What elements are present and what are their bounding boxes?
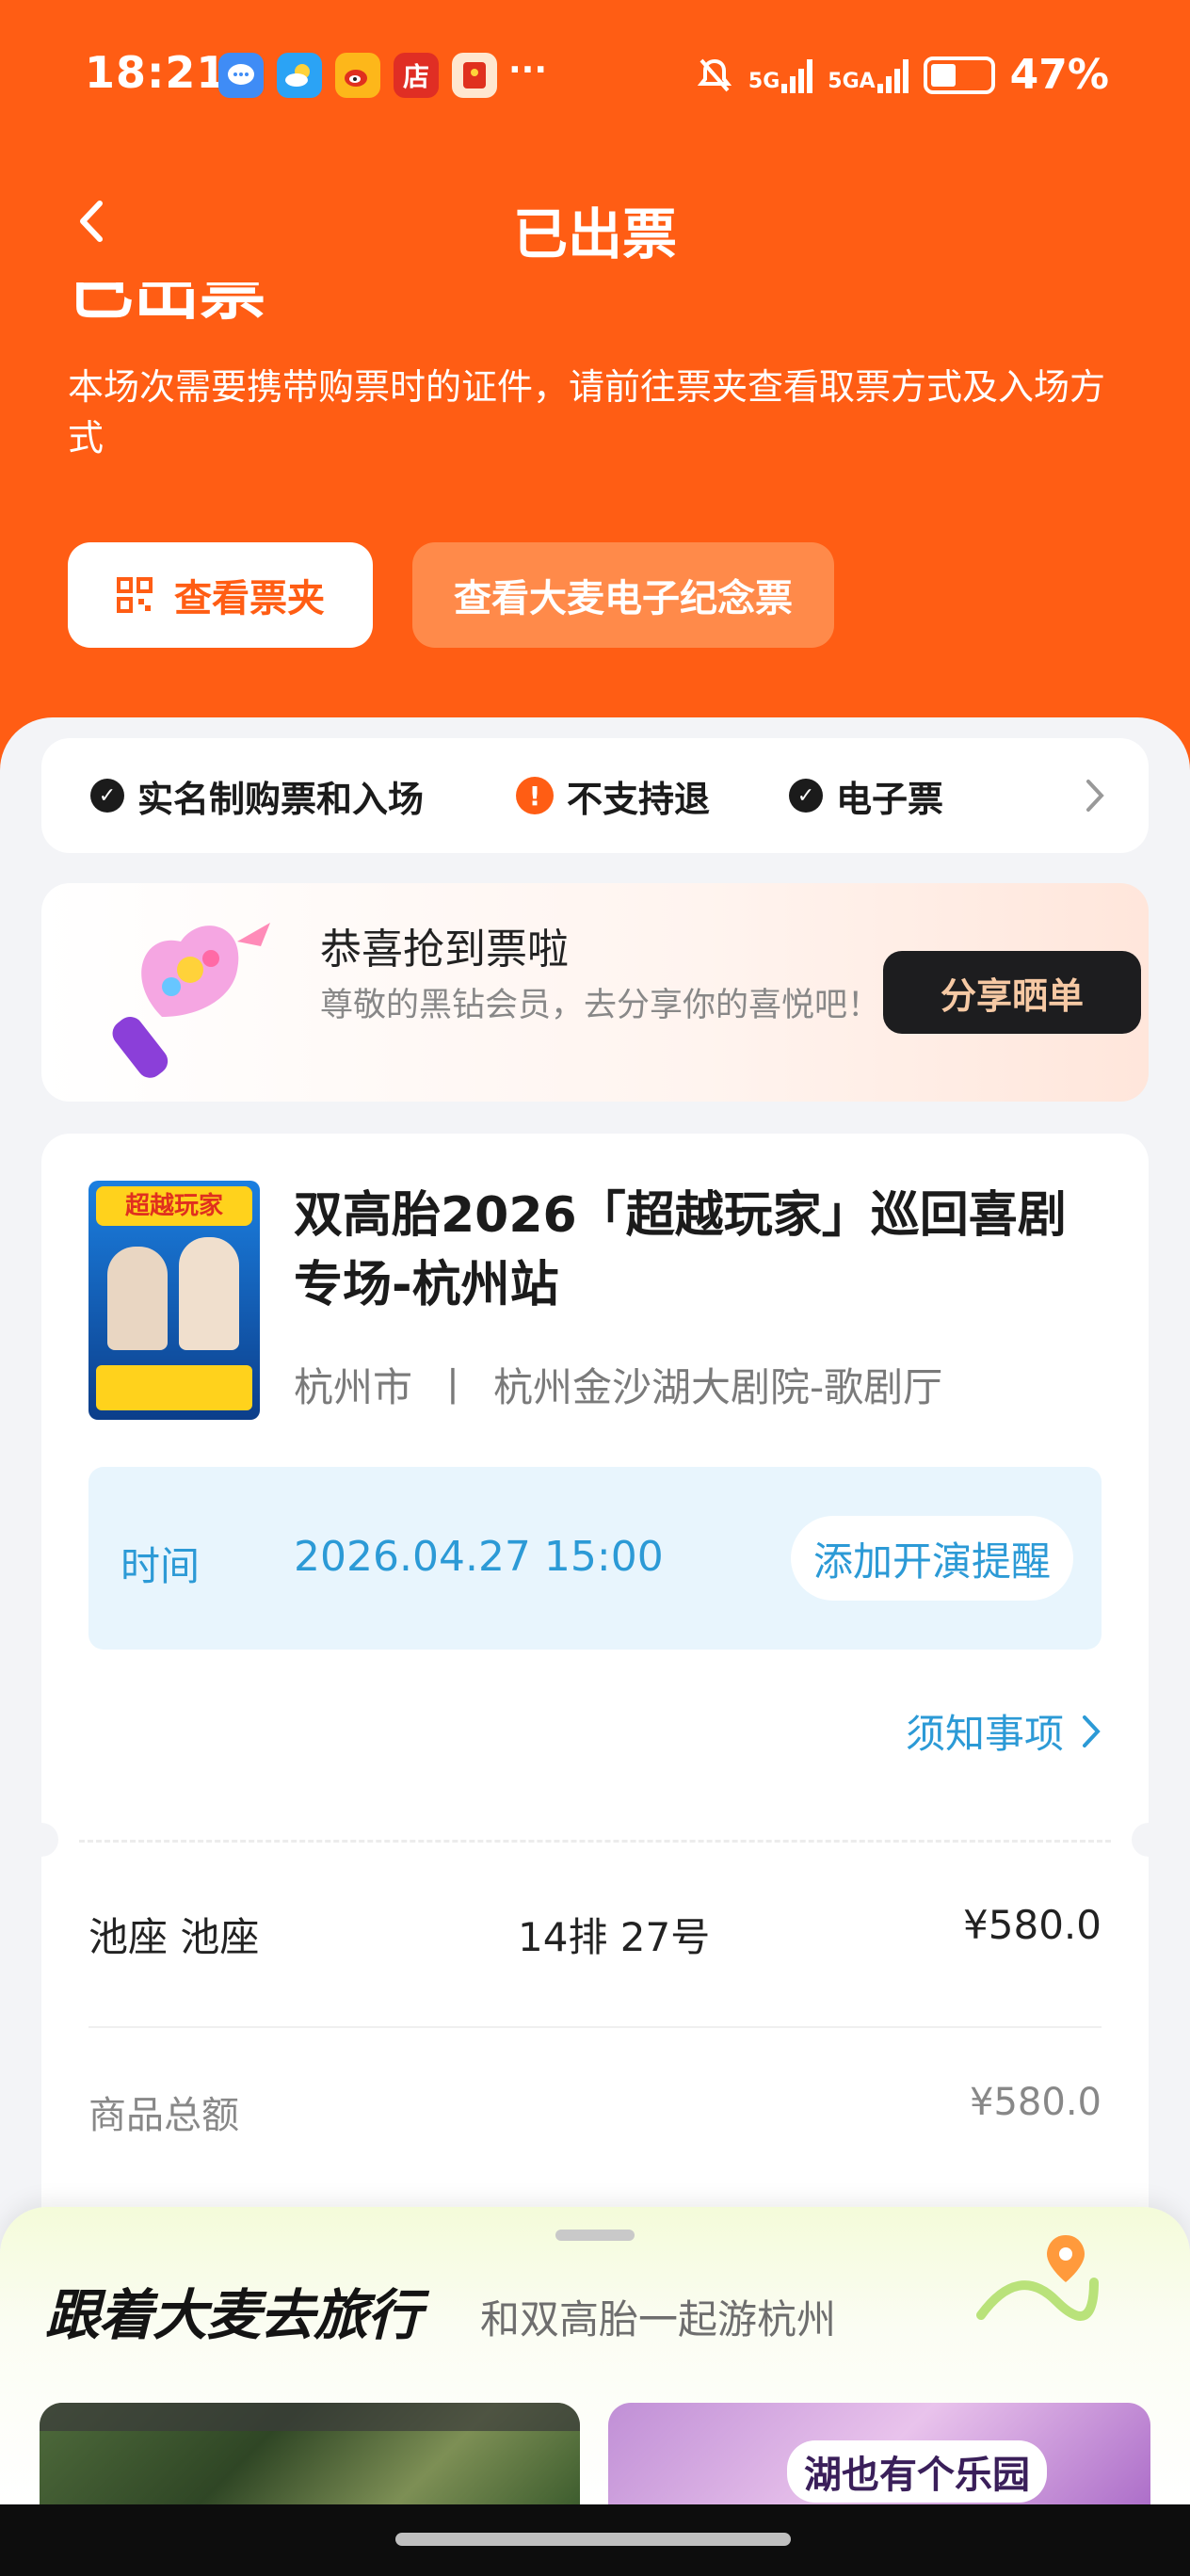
order-card: 超越玩家 双高胎2026「超越玩家」巡回喜剧专场-杭州站 杭州市 丨 杭州金沙湖…	[24, 1134, 1166, 2263]
glow-stick-icon	[112, 923, 284, 1078]
row-divider	[88, 2026, 1102, 2028]
show-time-box: 时间 2026.04.27 15:00 添加开演提醒	[88, 1467, 1102, 1650]
time-label: 时间	[121, 1543, 201, 1589]
venue-city: 杭州市	[294, 1364, 413, 1410]
signal-bars-icon	[781, 57, 813, 93]
status-bar: 18:21 店 ··· 5G 5GA 47%	[0, 0, 1190, 151]
system-indicators: 5G 5GA 47%	[696, 51, 1109, 99]
check-icon: ✓	[90, 779, 124, 813]
time-value: 2026.04.27 15:00	[294, 1533, 664, 1581]
seat-area: 池座 池座	[88, 1914, 260, 1960]
venue-name: 杭州金沙湖大剧院-歌剧厅	[493, 1364, 943, 1410]
signal-5g: 5G	[748, 57, 813, 93]
signal-bars-icon	[876, 57, 909, 93]
map-pin-icon	[976, 2235, 1099, 2321]
signal-5g-label: 5G	[748, 69, 780, 93]
qr-code-icon	[117, 577, 153, 613]
feature-label: 电子票	[836, 778, 944, 820]
feature-label: 实名制购票和入场	[137, 778, 425, 820]
amusement-sign: 湖也有个乐园	[787, 2440, 1047, 2503]
status-time: 18:21	[85, 47, 228, 98]
status-heading-text: 已出票	[68, 282, 265, 324]
promo-title: 恭喜抢到票啦	[320, 926, 569, 974]
venue-separator: 丨	[433, 1364, 474, 1410]
travel-bottom-sheet[interactable]: 跟着大麦去旅行 和双高胎一起游杭州 湖也有个乐园	[0, 2207, 1190, 2516]
show-venue: 杭州市 丨 杭州金沙湖大剧院-歌剧厅	[294, 1356, 942, 1413]
status-heading: 已出票	[68, 282, 275, 324]
poster-performer	[179, 1237, 239, 1350]
travel-image-park[interactable]	[40, 2403, 580, 2516]
page-title: 已出票	[512, 202, 677, 266]
poster-footer	[96, 1365, 252, 1410]
notification-icons: 店	[218, 53, 497, 98]
promo-card: 恭喜抢到票啦 尊敬的黑钻会员，去分享你的喜悦吧！ 分享晒单	[41, 883, 1149, 1102]
notes-link[interactable]: 须知事项	[906, 1702, 1102, 1760]
notes-link-label: 须知事项	[905, 1711, 1064, 1757]
red-packet-icon	[452, 53, 497, 98]
travel-title: 跟着大麦去旅行	[45, 2283, 422, 2347]
total-label: 商品总额	[88, 2094, 239, 2137]
view-souvenir-ticket-button[interactable]: 查看大麦电子纪念票	[412, 542, 834, 648]
weather-icon	[277, 53, 322, 98]
view-wallet-label: 查看票夹	[174, 577, 325, 620]
ticket-notch	[1132, 1823, 1166, 1857]
ticket-notch	[24, 1823, 58, 1857]
ticket-features-bar[interactable]: ✓ 实名制购票和入场 ! 不支持退 ✓ 电子票	[41, 738, 1149, 853]
chevron-right-icon	[1083, 1715, 1101, 1747]
add-reminder-button[interactable]: 添加开演提醒	[791, 1516, 1073, 1601]
seat-number: 14排 27号	[518, 1914, 711, 1960]
battery-icon	[923, 56, 995, 94]
show-poster[interactable]: 超越玩家	[88, 1181, 260, 1420]
chevron-right-icon	[1086, 780, 1104, 812]
feature-real-name: ✓ 实名制购票和入场	[90, 738, 424, 853]
nav-bar: 已出票	[0, 169, 1190, 273]
warning-icon: !	[516, 777, 554, 814]
feature-no-refund: ! 不支持退	[516, 738, 710, 853]
travel-subtitle: 和双高胎一起游杭州	[480, 2296, 837, 2343]
check-icon: ✓	[789, 779, 823, 813]
home-indicator[interactable]	[395, 2533, 791, 2546]
weibo-icon	[335, 53, 380, 98]
signal-5ga: 5GA	[828, 57, 909, 93]
feature-e-ticket: ✓ 电子票	[789, 738, 943, 853]
feature-label: 不支持退	[567, 778, 711, 820]
view-wallet-button[interactable]: 查看票夹	[68, 542, 373, 648]
mute-icon	[697, 58, 732, 91]
poster-title: 超越玩家	[96, 1186, 252, 1226]
more-notifications: ···	[508, 51, 548, 89]
show-title[interactable]: 双高胎2026「超越玩家」巡回喜剧专场-杭州站	[294, 1181, 1103, 1320]
seat-price: ¥580.0	[963, 1902, 1102, 1948]
shop-icon: 店	[394, 53, 439, 98]
travel-image-amusement[interactable]: 湖也有个乐园	[608, 2403, 1150, 2516]
poster-performer	[107, 1247, 168, 1350]
battery-percent: 47%	[1009, 51, 1109, 99]
total-value: ¥580.0	[970, 2081, 1102, 2124]
sheet-drag-handle[interactable]	[555, 2230, 635, 2241]
ticket-divider	[79, 1840, 1111, 1843]
promo-subtitle: 尊敬的黑钻会员，去分享你的喜悦吧！	[320, 987, 881, 1024]
ticket-notice: 本场次需要携带购票时的证件，请前往票夹查看取票方式及入场方式	[68, 366, 1106, 459]
message-icon	[218, 53, 264, 98]
gesture-navigation-bar	[0, 2504, 1190, 2576]
share-order-button[interactable]: 分享晒单	[883, 951, 1141, 1034]
signal-5ga-label: 5GA	[828, 69, 876, 93]
